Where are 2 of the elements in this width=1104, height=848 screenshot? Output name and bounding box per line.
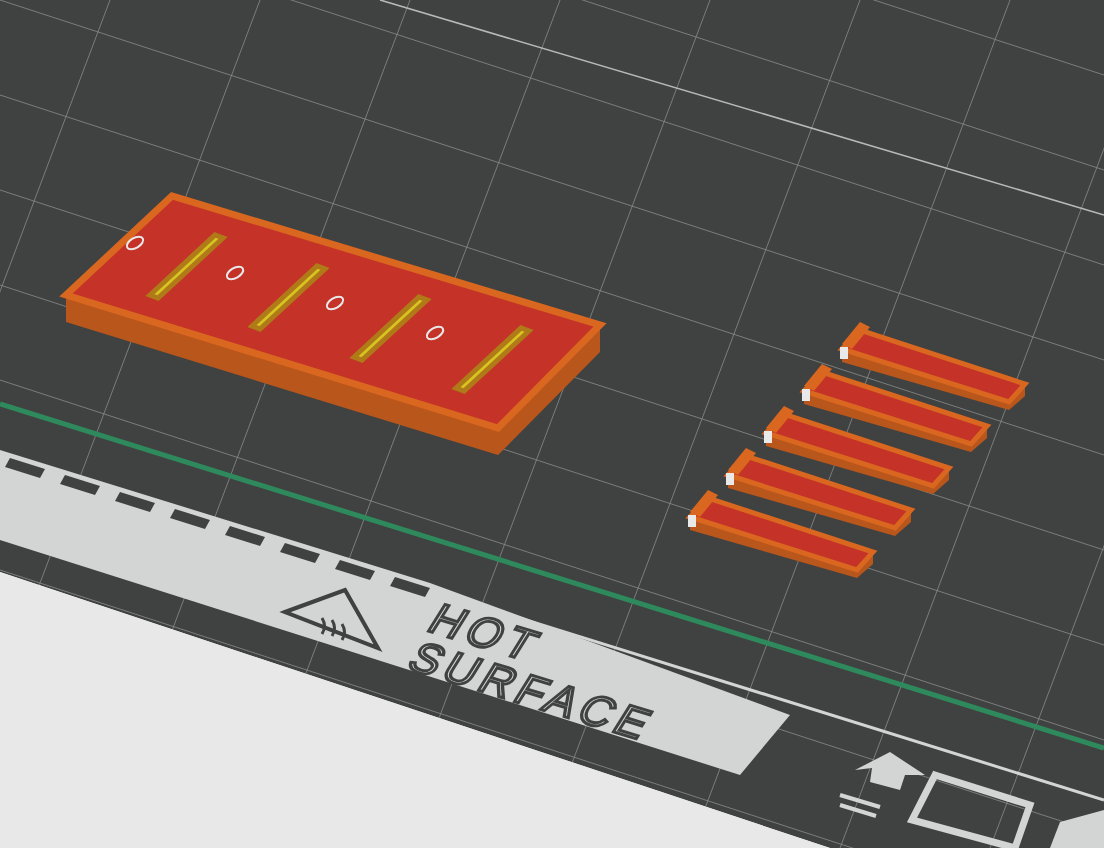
warning-icon <box>279 587 383 652</box>
square-outline-icon <box>906 770 1035 848</box>
